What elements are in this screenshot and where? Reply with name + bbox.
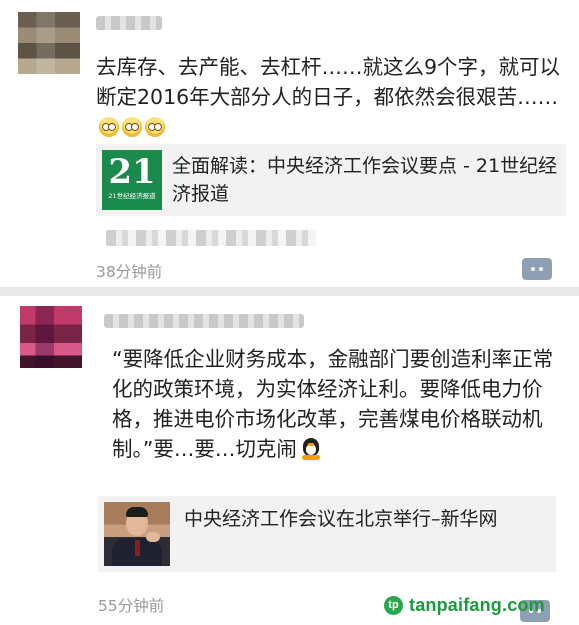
- shared-link-card[interactable]: 中央经济工作会议在北京举行–新华网: [98, 496, 556, 572]
- thumbnail-number: 21: [108, 152, 156, 192]
- post-timestamp: 55分钟前: [98, 597, 165, 615]
- blurred-username[interactable]: [96, 16, 162, 30]
- avatar[interactable]: [18, 12, 80, 74]
- watermark-text: tanpaifang.com: [409, 594, 545, 615]
- blurred-username[interactable]: [104, 314, 304, 328]
- moment-post-1: 去库存、去产能、去杠杆……就这么9个字，就可以断定2016年大部分人的日子，都依…: [0, 0, 579, 287]
- post-timestamp: 38分钟前: [96, 263, 163, 281]
- comment-icon[interactable]: [522, 258, 552, 280]
- 21-news-logo-thumbnail: 21 21世纪经济报道: [102, 150, 162, 210]
- tanpaifang-logo-icon: tp: [384, 595, 403, 615]
- post-text: “要降低企业财务成本，金融部门要创造利率正常化的政策环境，为实体经济让利。要降低…: [112, 344, 572, 464]
- thumbnail-caption: 21世纪经济报道: [108, 192, 156, 200]
- post-body-text: 去库存、去产能、去杠杆……就这么9个字，就可以断定2016年大部分人的日子，都依…: [96, 55, 561, 109]
- blurred-likes-row: [106, 230, 316, 246]
- post-body-text: “要降低企业财务成本，金融部门要创造利率正常化的政策环境，为实体经济让利。要降低…: [112, 347, 554, 461]
- news-photo-thumbnail: [104, 502, 170, 566]
- link-card-title: 中央经济工作会议在北京举行–新华网: [184, 508, 498, 530]
- avatar[interactable]: [20, 306, 82, 368]
- penguin-emoji-icon: [301, 438, 321, 460]
- dizzy-face-emoji-icon: [145, 117, 165, 137]
- dizzy-face-emoji-icon: [122, 117, 142, 137]
- shared-link-card[interactable]: 21 21世纪经济报道 全面解读：中央经济工作会议要点 - 21世纪经济报道: [96, 144, 566, 216]
- link-card-title: 全面解读：中央经济工作会议要点 - 21世纪经济报道: [172, 155, 558, 205]
- site-watermark: tp tanpaifang.com: [384, 594, 545, 616]
- moment-post-2: “要降低企业财务成本，金融部门要创造利率正常化的政策环境，为实体经济让利。要降低…: [0, 296, 579, 625]
- post-text: 去库存、去产能、去杠杆……就这么9个字，就可以断定2016年大部分人的日子，都依…: [96, 52, 566, 142]
- dizzy-face-emoji-icon: [99, 117, 119, 137]
